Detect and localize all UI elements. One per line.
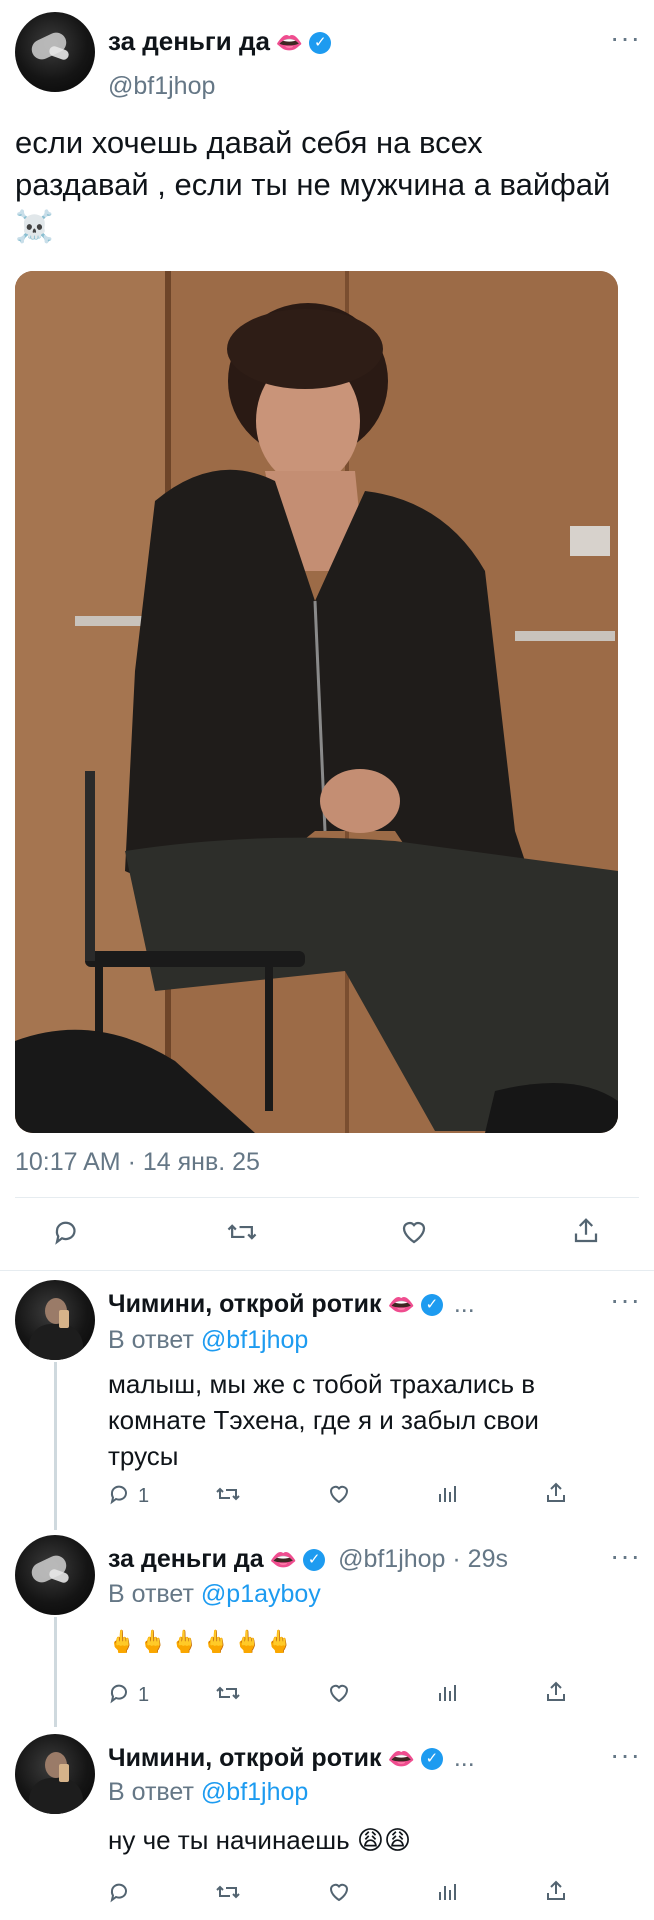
author-name[interactable]: за деньги да 👄 ✓ <box>108 26 332 57</box>
reply-icon[interactable] <box>108 1482 132 1506</box>
verified-icon: ✓ <box>420 1294 443 1317</box>
share-icon[interactable] <box>544 1878 568 1904</box>
like-icon[interactable] <box>398 1217 430 1247</box>
reply-author-name-text: Чимини, открой ротик <box>108 1290 382 1318</box>
verified-icon: ✓ <box>303 1549 326 1572</box>
tweet-photo[interactable] <box>15 271 618 1133</box>
tweet-timestamp[interactable]: 10:17 AM · 14 янв. 25 <box>15 1148 260 1177</box>
reply-to-label: В ответ <box>108 1326 194 1354</box>
reply-count: 1 <box>138 1684 150 1706</box>
reply-to-handle-link[interactable]: @p1ayboy <box>201 1580 321 1608</box>
reply-to-handle-link[interactable]: @bf1jhop <box>201 1778 308 1806</box>
more-options-icon[interactable]: ··· <box>610 1741 641 1769</box>
share-icon[interactable] <box>544 1480 568 1506</box>
reply-icon[interactable] <box>108 1681 132 1705</box>
more-options-icon[interactable]: ··· <box>610 24 641 52</box>
analytics-icon[interactable] <box>436 1482 460 1506</box>
lips-emoji: 👄 <box>275 30 304 56</box>
lips-emoji: 👄 <box>387 1746 415 1772</box>
reply-author-name-text: за деньги да <box>108 1545 264 1573</box>
reply-author-name-text: Чимини, открой ротик <box>108 1744 382 1772</box>
reply-text: малыш, мы же с тобой трахались в комнате… <box>108 1369 539 1471</box>
share-icon[interactable] <box>544 1679 568 1705</box>
reply-icon[interactable] <box>52 1217 82 1247</box>
author-avatar[interactable] <box>15 12 95 92</box>
reply-text: 🖕🖕🖕🖕🖕🖕 <box>108 1629 297 1654</box>
lips-emoji: 👄 <box>269 1547 298 1573</box>
like-icon[interactable] <box>326 1482 352 1506</box>
reply-author-name[interactable]: Чимини, открой ротик 👄 ✓ ... <box>108 1290 475 1319</box>
reply-to: В ответ @bf1jhop <box>108 1326 308 1355</box>
reply-author-avatar[interactable] <box>15 1734 95 1814</box>
reply-to-handle-link[interactable]: @bf1jhop <box>201 1326 308 1354</box>
like-icon[interactable] <box>326 1681 352 1705</box>
verified-icon: ✓ <box>309 32 332 55</box>
reply-to-label: В ответ <box>108 1778 194 1806</box>
reply-to: В ответ @bf1jhop <box>108 1778 308 1807</box>
reply-author-name[interactable]: за деньги да 👄 ✓ @bf1jhop · 29s <box>108 1545 508 1574</box>
ellipsis: ... <box>453 1744 475 1772</box>
divider <box>0 1270 654 1271</box>
thread-line <box>54 1617 57 1727</box>
more-options-icon[interactable]: ··· <box>610 1286 641 1314</box>
retweet-icon[interactable] <box>214 1880 242 1904</box>
share-icon[interactable] <box>571 1215 601 1247</box>
reply-count: 1 <box>138 1485 150 1507</box>
analytics-icon[interactable] <box>436 1681 460 1705</box>
tweet-text: если хочешь давай себя на всех раздавай … <box>15 125 611 244</box>
reply-author-avatar[interactable] <box>15 1280 95 1360</box>
more-options-icon[interactable]: ··· <box>610 1542 641 1570</box>
analytics-icon[interactable] <box>436 1880 460 1904</box>
reply-author-name[interactable]: Чимини, открой ротик 👄 ✓ ... <box>108 1744 475 1773</box>
verified-icon: ✓ <box>420 1748 443 1771</box>
reply-author-avatar[interactable] <box>15 1535 95 1615</box>
author-name-text: за деньги да <box>108 26 270 56</box>
divider <box>15 1197 639 1198</box>
retweet-icon[interactable] <box>214 1681 242 1705</box>
retweet-icon[interactable] <box>214 1482 242 1506</box>
thread-line <box>54 1362 57 1530</box>
reply-text: ну че ты начинаешь 😩😩 <box>108 1825 412 1855</box>
reply-to: В ответ @p1ayboy <box>108 1580 321 1609</box>
reply-icon[interactable] <box>108 1880 132 1904</box>
ellipsis: ... <box>453 1290 475 1318</box>
retweet-icon[interactable] <box>226 1217 258 1247</box>
author-handle[interactable]: @bf1jhop <box>108 72 215 101</box>
like-icon[interactable] <box>326 1880 352 1904</box>
reply-to-label: В ответ <box>108 1580 194 1608</box>
lips-emoji: 👄 <box>387 1292 415 1318</box>
handle-time: @bf1jhop · 29s <box>338 1545 508 1573</box>
